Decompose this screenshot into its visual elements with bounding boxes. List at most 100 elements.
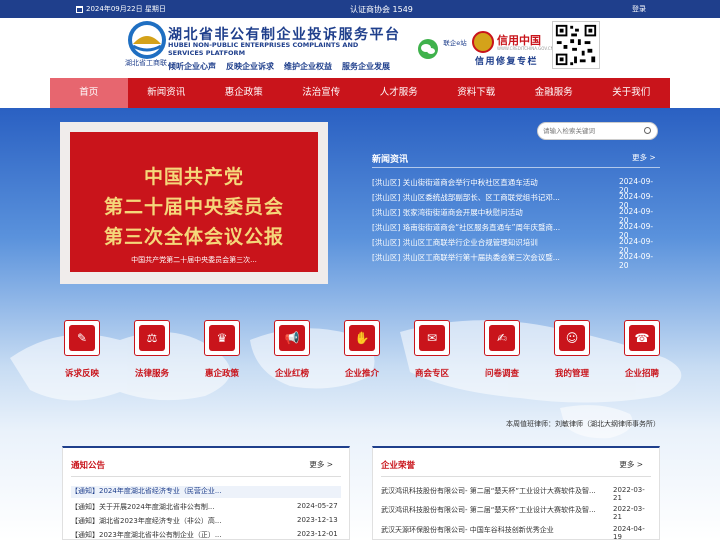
- service-icon-frame[interactable]: ✋: [344, 320, 380, 356]
- news-item-title[interactable]: [洪山区] 洪山区工商联举行企业合规管理知识培训: [372, 237, 570, 248]
- service-recruitment[interactable]: ☎ 企业招聘: [612, 320, 672, 380]
- date-text: 2024年09月22日 星期日: [86, 5, 166, 13]
- top-bar: 2024年09月22日 星期日 认证商协会 1549 登录: [0, 0, 720, 18]
- news-item[interactable]: [洪山区] 洪山区委统战部副部长、区工商联党组书记邓... 2024-09-20: [372, 192, 660, 210]
- federation-logo-icon[interactable]: [121, 20, 173, 60]
- service-icon-frame[interactable]: ☺: [554, 320, 590, 356]
- trophy-icon[interactable]: ♛: [209, 325, 235, 351]
- service-label[interactable]: 法律服务: [122, 367, 182, 379]
- service-my-management[interactable]: ☺ 我的管理: [542, 320, 602, 380]
- notice-title[interactable]: 【通知】2024年度湖北省经济专业（民营企业...: [71, 486, 281, 496]
- search-input[interactable]: [543, 125, 643, 137]
- megaphone-icon[interactable]: 📢: [279, 325, 305, 351]
- user-icon[interactable]: ☺: [559, 325, 585, 351]
- service-complaint[interactable]: ✎ 诉求反映: [52, 320, 112, 380]
- news-item[interactable]: [洪山区] 珞南街街道商会“社区服务直通车”周年庆暨商... 2024-09-2…: [372, 222, 660, 240]
- service-icon-frame[interactable]: ☎: [624, 320, 660, 356]
- credit-repair-link[interactable]: 信用修复专栏: [475, 54, 538, 67]
- service-label[interactable]: 企业红榜: [262, 367, 322, 379]
- recruit-icon[interactable]: ☎: [629, 325, 655, 351]
- qr-code-icon: [552, 21, 600, 69]
- news-item[interactable]: [洪山区] 洪山区工商联举行第十届执委会第三次会议暨... 2024-09-20: [372, 252, 660, 270]
- news-more-link[interactable]: 更多 >: [632, 152, 656, 163]
- news-heading: 新闻资讯: [372, 155, 409, 165]
- news-item-title[interactable]: [洪山区] 珞南街街道商会“社区服务直通车”周年庆暨商...: [372, 222, 570, 233]
- honor-title[interactable]: 武汉鸿讯科技股份有限公司- 第二届“楚天杯”工业设计大赛软件及智...: [381, 505, 597, 515]
- slogan: 倾听企业心声: [168, 62, 216, 71]
- panel-divider: [381, 476, 651, 477]
- gavel-icon[interactable]: ⚖: [139, 325, 165, 351]
- notice-date: 2024-05-27: [297, 502, 338, 510]
- honor-title[interactable]: 武汉天源环保股份有限公司- 中国车谷科技创新优秀企业: [381, 525, 597, 535]
- notice-title[interactable]: 【通知】关于开展2024年度湖北省非公有制...: [71, 502, 281, 512]
- search-box[interactable]: [537, 122, 658, 140]
- banner-line: 中国共产党: [143, 166, 244, 188]
- service-honor-list[interactable]: 📢 企业红榜: [262, 320, 322, 380]
- edit-icon[interactable]: ✎: [69, 325, 95, 351]
- search-icon[interactable]: [644, 127, 651, 134]
- notice-title[interactable]: 【通知】2023年度湖北省非公有制企业（正）...: [71, 530, 281, 540]
- service-label[interactable]: 我的管理: [542, 367, 602, 379]
- news-divider: [372, 167, 660, 168]
- service-icon-frame[interactable]: 📢: [274, 320, 310, 356]
- notice-date: 2023-12-01: [297, 530, 338, 538]
- honor-item[interactable]: 武汉鸿讯科技股份有限公司- 第二届“楚天杯”工业设计大赛软件及智... 2022…: [381, 505, 653, 521]
- news-item-title[interactable]: [洪山区] 洪山区工商联举行第十届执委会第三次会议暨...: [372, 252, 570, 263]
- wechat-icon[interactable]: [418, 39, 438, 59]
- service-label[interactable]: 诉求反映: [52, 367, 112, 379]
- nav-item-legal[interactable]: 法治宣传: [283, 78, 361, 108]
- service-label[interactable]: 惠企政策: [192, 367, 252, 379]
- news-item-title[interactable]: [洪山区] 洪山区委统战部副部长、区工商联党组书记邓...: [372, 192, 570, 203]
- duty-lawyer-ticker: 本周值班律师：刘敏律师（湖北大纲律师事务所）: [506, 420, 660, 428]
- news-item[interactable]: [洪山区] 洪山区工商联举行企业合规管理知识培训 2024-09-20: [372, 237, 660, 255]
- wechat-label[interactable]: 联企e站: [443, 39, 467, 48]
- service-icon-frame[interactable]: ♛: [204, 320, 240, 356]
- survey-icon[interactable]: ✍: [489, 325, 515, 351]
- service-policies[interactable]: ♛ 惠企政策: [192, 320, 252, 380]
- nav-item-news[interactable]: 新闻资讯: [128, 78, 206, 108]
- nav-item-downloads[interactable]: 资料下载: [438, 78, 516, 108]
- service-legal[interactable]: ⚖ 法律服务: [122, 320, 182, 380]
- honor-date: 2024-04-19: [613, 525, 645, 541]
- service-chamber[interactable]: ✉ 商会专区: [402, 320, 462, 380]
- site-title-english: HUBEI NON-PUBLIC ENTERPRISES COMPLAINTS …: [168, 41, 359, 57]
- service-label[interactable]: 企业推介: [332, 367, 392, 379]
- service-icon-frame[interactable]: ✉: [414, 320, 450, 356]
- news-item-title[interactable]: [洪山区] 张家湾街街道商会开展中秋慰问活动: [372, 207, 570, 218]
- service-icon-frame[interactable]: ⚖: [134, 320, 170, 356]
- headline-banner[interactable]: 中国共产党 第二十届中央委员会 第三次全体会议公报 中国共产党第二十届中央委员会…: [60, 122, 328, 284]
- banner-image[interactable]: 中国共产党 第二十届中央委员会 第三次全体会议公报 中国共产党第二十届中央委员会…: [70, 132, 318, 272]
- handshake-icon[interactable]: ✋: [349, 325, 375, 351]
- service-label[interactable]: 企业招聘: [612, 367, 672, 379]
- service-label[interactable]: 问卷调查: [472, 367, 532, 379]
- service-icon-frame[interactable]: ✎: [64, 320, 100, 356]
- chat-icon[interactable]: ✉: [419, 325, 445, 351]
- nav-item-finance[interactable]: 金融服务: [515, 78, 593, 108]
- notice-date: 2023-12-13: [297, 516, 338, 524]
- honor-title[interactable]: 武汉鸿讯科技股份有限公司- 第二届“楚天杯”工业设计大赛软件及智...: [381, 486, 597, 496]
- panel-divider: [71, 476, 341, 477]
- news-item-title[interactable]: [洪山区] 关山街街道商会举行中秋社区直通车活动: [372, 177, 570, 188]
- news-section: 新闻资讯 更多 > [洪山区] 关山街街道商会举行中秋社区直通车活动 2024-…: [364, 122, 664, 284]
- honor-item[interactable]: 武汉鸿讯科技股份有限公司- 第二届“楚天杯”工业设计大赛软件及智... 2022…: [381, 486, 653, 502]
- banner-caption[interactable]: 中国共产党第二十届中央委员会第三次...: [70, 255, 318, 265]
- honors-more-link[interactable]: 更多 >: [619, 459, 643, 470]
- notice-item[interactable]: 【通知】2024年度湖北省经济专业（民营企业...: [71, 486, 341, 498]
- notice-item[interactable]: 【通知】2023年度湖北省非公有制企业（正）... 2023-12-01: [71, 530, 341, 542]
- nav-item-talent[interactable]: 人才服务: [360, 78, 438, 108]
- notice-item[interactable]: 【通知】关于开展2024年度湖北省非公有制... 2024-05-27: [71, 502, 341, 514]
- notice-item[interactable]: 【通知】湖北省2023年度经济专业（非公）高... 2023-12-13: [71, 516, 341, 528]
- nav-item-home[interactable]: 首页: [50, 78, 128, 108]
- nav-item-about[interactable]: 关于我们: [593, 78, 671, 108]
- service-promotion[interactable]: ✋ 企业推介: [332, 320, 392, 380]
- news-item[interactable]: [洪山区] 张家湾街街道商会开展中秋慰问活动 2024-09-20: [372, 207, 660, 225]
- notices-more-link[interactable]: 更多 >: [309, 459, 333, 470]
- honor-item[interactable]: 武汉天源环保股份有限公司- 中国车谷科技创新优秀企业 2024-04-19: [381, 525, 653, 541]
- login-link[interactable]: 登录: [632, 4, 646, 14]
- news-item[interactable]: [洪山区] 关山街街道商会举行中秋社区直通车活动 2024-09-20: [372, 177, 660, 195]
- service-label[interactable]: 商会专区: [402, 367, 462, 379]
- nav-item-policies[interactable]: 惠企政策: [205, 78, 283, 108]
- notice-title[interactable]: 【通知】湖北省2023年度经济专业（非公）高...: [71, 516, 281, 526]
- service-icon-frame[interactable]: ✍: [484, 320, 520, 356]
- service-survey[interactable]: ✍ 问卷调查: [472, 320, 532, 380]
